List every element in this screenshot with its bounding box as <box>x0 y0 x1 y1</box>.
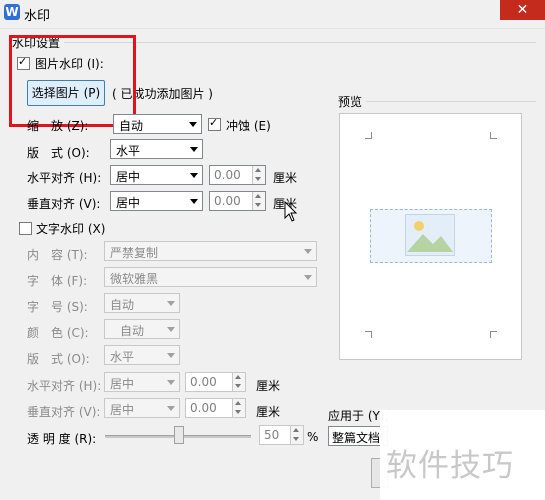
image-placeholder-icon <box>405 214 455 256</box>
text-halign-label: 水平对齐 (H): <box>27 379 102 393</box>
spin-down-icon <box>235 384 241 388</box>
spin-up-icon <box>255 194 261 198</box>
spin-up-icon <box>293 428 299 432</box>
color-select[interactable]: 自动 <box>104 319 180 339</box>
font-label: 字 体 (F): <box>27 274 88 288</box>
color-value: 自动 <box>120 324 145 338</box>
text-layout-select[interactable]: 水平 <box>104 345 180 365</box>
washout-checkbox[interactable] <box>208 116 221 131</box>
transparency-unit: % <box>307 430 319 444</box>
spin-up-icon <box>235 401 241 405</box>
spin-down-icon <box>255 177 261 181</box>
text-halign-unit: 厘米 <box>256 379 281 393</box>
text-watermark-label: 文字水印 (X) <box>36 222 106 236</box>
picture-layout-select[interactable]: 水平 <box>110 139 203 159</box>
site-watermark-text: 软件技巧 <box>386 448 514 484</box>
spin-down-icon <box>255 203 261 207</box>
chevron-down-icon <box>167 353 175 358</box>
spin-down-icon <box>235 410 241 414</box>
text-valign-offset-stepper[interactable]: 0.00 <box>185 398 246 418</box>
mouse-cursor-icon <box>284 201 298 222</box>
content-select[interactable]: 严禁复制 <box>104 241 317 261</box>
chevron-down-icon <box>189 122 197 127</box>
picture-valign-select[interactable]: 居中 <box>110 191 203 211</box>
spin-up-icon <box>235 375 241 379</box>
color-label: 颜 色 (C): <box>27 326 89 340</box>
margin-corner-mark <box>365 132 372 139</box>
font-select[interactable]: 微软雅黑 <box>104 267 317 287</box>
size-select[interactable]: 自动 <box>104 293 180 313</box>
text-halign-select[interactable]: 居中 <box>104 372 180 392</box>
preview-divider <box>366 101 536 102</box>
stepper-buttons[interactable] <box>252 166 265 184</box>
picture-halign-label: 水平对齐 (H): <box>27 171 102 185</box>
picture-valign-offset-value: 0.00 <box>214 194 241 208</box>
stepper-buttons[interactable] <box>232 399 245 417</box>
stepper-buttons[interactable] <box>290 426 303 444</box>
chevron-down-icon <box>190 199 198 204</box>
picture-halign-unit: 厘米 <box>273 171 298 185</box>
chevron-down-icon <box>304 249 312 254</box>
text-watermark-checkbox[interactable] <box>19 222 32 235</box>
transparency-label: 透 明 度 (R): <box>27 432 97 446</box>
close-button[interactable]: ✕ <box>500 0 545 20</box>
margin-corner-mark <box>365 331 372 338</box>
picture-layout-value: 水平 <box>116 144 141 158</box>
text-valign-offset-value: 0.00 <box>190 401 217 415</box>
text-layout-label: 版 式 (O): <box>27 352 90 366</box>
spin-down-icon <box>293 437 299 441</box>
stepper-buttons[interactable] <box>252 192 265 210</box>
window-title: 水印 <box>24 9 51 24</box>
picture-halign-select[interactable]: 居中 <box>110 165 203 185</box>
wps-app-icon: W <box>4 4 20 20</box>
scale-label: 缩 放 (Z): <box>27 119 89 133</box>
chevron-down-icon <box>167 406 175 411</box>
font-value: 微软雅黑 <box>110 272 159 286</box>
picture-halign-offset-stepper[interactable]: 0.00 <box>209 165 266 185</box>
transparency-slider-thumb[interactable] <box>174 426 184 444</box>
apply-to-select[interactable]: 整篇文档 <box>328 426 388 446</box>
picture-layout-label: 版 式 (O): <box>27 146 90 160</box>
chevron-down-icon <box>190 147 198 152</box>
text-valign-select[interactable]: 居中 <box>104 398 180 418</box>
spin-up-icon <box>255 168 261 172</box>
apply-to-value: 整篇文档 <box>332 431 381 445</box>
text-halign-offset-stepper[interactable]: 0.00 <box>185 372 246 392</box>
stepper-buttons[interactable] <box>232 373 245 391</box>
scale-select[interactable]: 自动 <box>113 114 202 134</box>
picture-halign-value: 居中 <box>116 170 141 184</box>
chevron-down-icon <box>167 301 175 306</box>
content-value: 严禁复制 <box>110 246 159 260</box>
margin-corner-mark <box>490 331 497 338</box>
text-valign-value: 居中 <box>110 403 135 417</box>
transparency-value: 50 <box>264 428 280 442</box>
picture-halign-offset-value: 0.00 <box>214 168 241 182</box>
text-valign-unit: 厘米 <box>256 405 281 419</box>
text-valign-label: 垂直对齐 (V): <box>27 405 101 419</box>
size-value: 自动 <box>110 298 135 312</box>
chevron-down-icon <box>304 275 312 280</box>
title-bar <box>0 0 545 29</box>
washout-label: 冲蚀 (E) <box>226 119 271 133</box>
text-halign-value: 居中 <box>110 377 135 391</box>
size-label: 字 号 (S): <box>27 300 88 314</box>
chevron-down-icon <box>167 327 175 332</box>
text-halign-offset-value: 0.00 <box>190 375 217 389</box>
transparency-stepper[interactable]: 50 <box>259 425 304 445</box>
content-label: 内 容 (T): <box>27 248 88 262</box>
chevron-down-icon <box>167 380 175 385</box>
preview-label: 预览 <box>338 95 363 109</box>
picture-valign-offset-stepper[interactable]: 0.00 <box>209 191 266 211</box>
picture-valign-label: 垂直对齐 (V): <box>27 197 101 211</box>
chevron-down-icon <box>190 173 198 178</box>
picture-valign-value: 居中 <box>116 196 141 210</box>
margin-corner-mark <box>490 132 497 139</box>
scale-value: 自动 <box>119 119 144 133</box>
text-layout-value: 水平 <box>110 350 135 364</box>
